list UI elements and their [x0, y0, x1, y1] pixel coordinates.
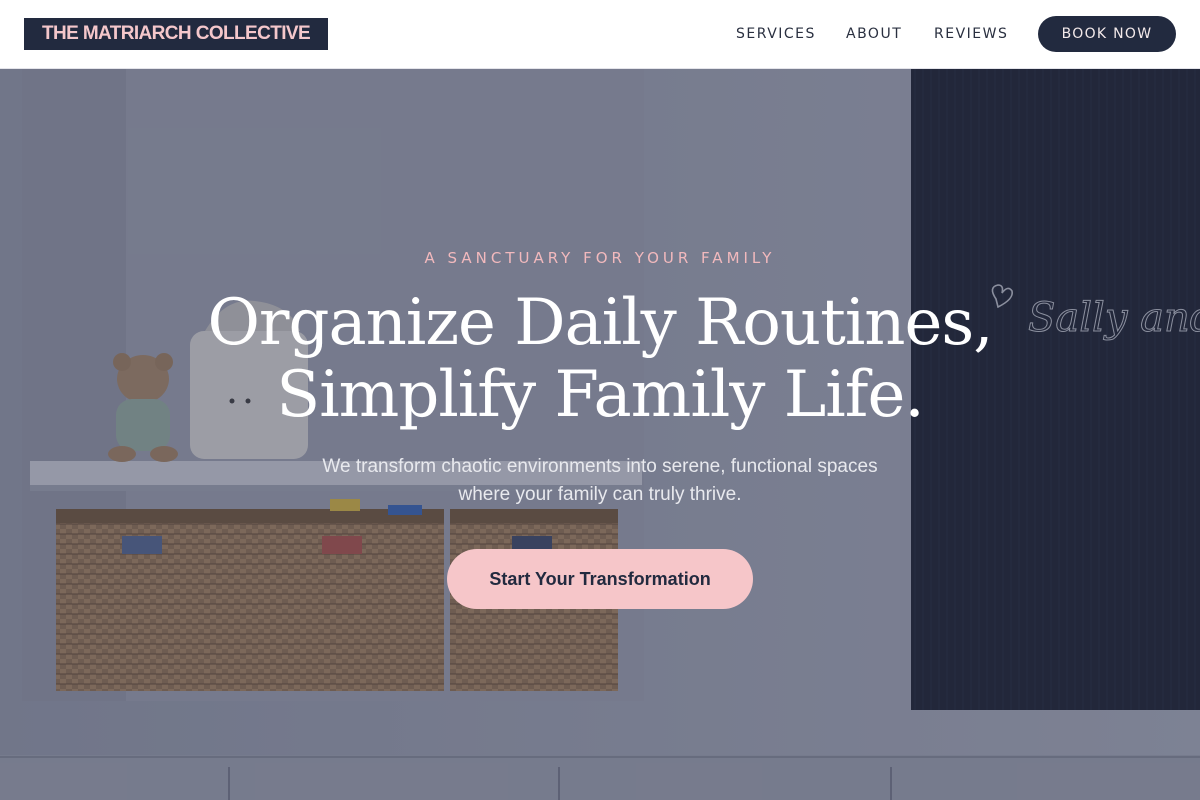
book-now-button[interactable]: BOOK NOW	[1038, 16, 1176, 52]
hero-headline-line-2: Simplify Family Life.	[276, 358, 924, 432]
site-header: THE MATRIARCH COLLECTIVE SERVICES ABOUT …	[0, 0, 1200, 69]
nav-link-about[interactable]: ABOUT	[846, 24, 902, 44]
hero-subtext: We transform chaotic environments into s…	[250, 453, 950, 509]
nav-link-services[interactable]: SERVICES	[736, 24, 816, 44]
hero-headline-line-1: Organize Daily Routines,	[207, 286, 993, 360]
hero-subtext-line-1: We transform chaotic environments into s…	[322, 456, 878, 477]
start-transformation-button[interactable]: Start Your Transformation	[447, 549, 753, 609]
hero-headline: Organize Daily Routines, Simplify Family…	[100, 287, 1100, 431]
hero-eyebrow: A SANCTUARY FOR YOUR FAMILY	[424, 249, 776, 267]
main-nav: SERVICES ABOUT REVIEWS	[0, 0, 1200, 69]
hero-subtext-line-2: where your family can truly thrive.	[458, 484, 742, 505]
hero-section: Sally and A SANCTUARY FOR YOUR FAMILY Or…	[0, 69, 1200, 800]
nav-link-reviews[interactable]: REVIEWS	[934, 24, 1008, 44]
hero-content: A SANCTUARY FOR YOUR FAMILY Organize Dai…	[0, 69, 1200, 800]
